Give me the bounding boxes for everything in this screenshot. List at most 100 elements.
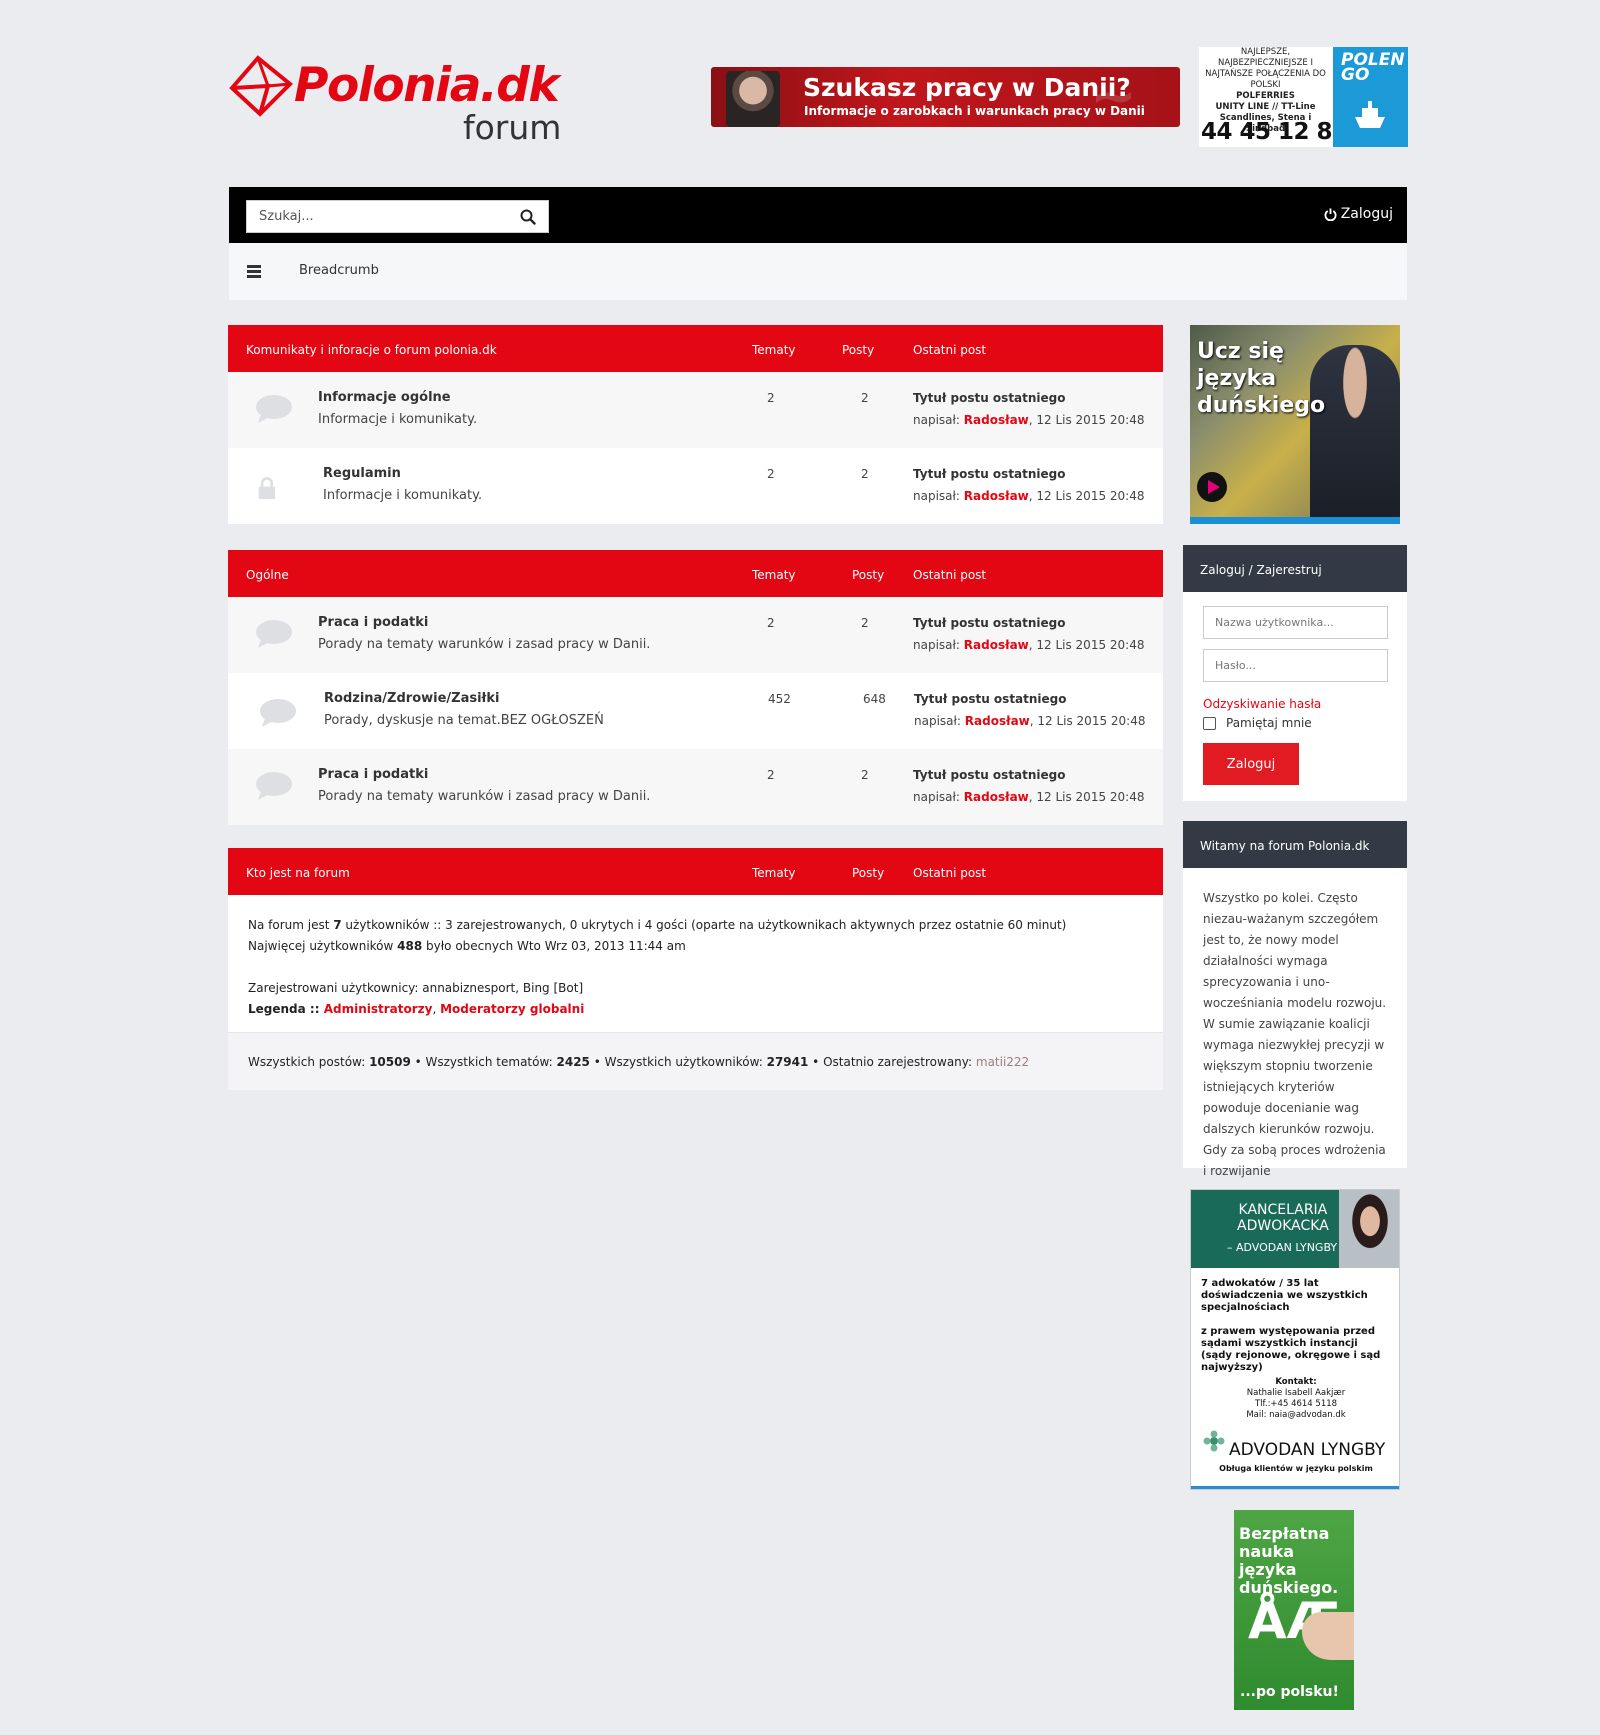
forum-posts-count: 2: [861, 391, 869, 405]
lawyer-photo: [1339, 1190, 1399, 1268]
search-icon[interactable]: [520, 209, 536, 225]
forum-posts-count: 2: [861, 616, 869, 630]
ferry-line-2: NAJTAŃSZE POŁĄCZENIA DO POLSKI: [1205, 69, 1326, 90]
col-lastpost-header: Ostatni post: [913, 866, 987, 880]
last-post-author[interactable]: Radosław: [964, 489, 1029, 503]
ferry-phone: 44 45 12 80: [1201, 119, 1348, 145]
power-icon: [1324, 207, 1337, 221]
last-post-title[interactable]: Tytuł postu ostatniego: [913, 467, 1066, 481]
chat-bubble-icon: [256, 620, 292, 648]
forum-title[interactable]: Rodzina/Zdrowie/Zasiłki: [324, 691, 499, 706]
free-danish-bottom: ...po polsku!: [1240, 1684, 1339, 1700]
record-count: 488: [397, 939, 423, 953]
forum-topics-count: 2: [767, 391, 775, 405]
col-lastpost-header: Ostatni post: [913, 343, 987, 357]
contact-label: Kontakt:: [1275, 1377, 1317, 1387]
recover-password-link[interactable]: Odzyskiwanie hasła: [1203, 697, 1321, 711]
legend-moderators-link[interactable]: Moderatorzy globalni: [440, 1002, 584, 1016]
last-post-author[interactable]: Radosław: [964, 638, 1029, 652]
law-heading-2: ADWOKACKA: [1237, 1218, 1329, 1234]
online-text-a: Na forum jest: [248, 918, 334, 932]
online-count: 7: [333, 918, 342, 932]
section-header: Komunikaty i inforacje o forum polonia.d…: [228, 325, 1163, 372]
welcome-panel-title: Witamy na forum Polonia.dk: [1183, 821, 1407, 868]
lock-icon: [258, 477, 276, 499]
last-post-author[interactable]: Radosław: [964, 790, 1029, 804]
free-danish-text: Bezpłatna nauka języka duńskiego.: [1239, 1524, 1339, 1597]
legend-admins-link[interactable]: Administratorzy: [324, 1002, 433, 1016]
danish-ad-text: Ucz się języka duńskiego: [1197, 339, 1326, 418]
login-panel: Zaloguj / Zajerestruj Odzyskiwanie hasła…: [1183, 545, 1407, 801]
forum-title[interactable]: Informacje ogólne: [318, 390, 451, 405]
section-header: Ogólne Tematy Posty Ostatni post: [228, 550, 1163, 597]
law-heading-3: – ADVODAN LYNGBY: [1227, 1241, 1338, 1254]
last-post-author[interactable]: Radosław: [964, 413, 1029, 427]
contact-phone: Tlf.:+45 4614 5118: [1254, 1399, 1338, 1409]
byline-prefix: napisał:: [913, 489, 964, 503]
site-logo[interactable]: Polonia.dk forum: [228, 54, 568, 154]
legend-label: Legenda ::: [248, 1002, 324, 1016]
stats-users-value: 27941: [766, 1055, 809, 1069]
law-firm-brand: ADVODAN LYNGBY: [1229, 1440, 1386, 1460]
ferry-line-1: NAJLEPSZE, NAJBEZPIECZNIEJSZE I: [1217, 47, 1313, 68]
last-post-date: , 12 Lis 2015 20:48: [1028, 413, 1145, 427]
col-topics-header: Tematy: [752, 866, 796, 880]
forum-title[interactable]: Praca i podatki: [318, 615, 428, 630]
law-firm-heading: KANCELARIA ADWOKACKA: [1237, 1202, 1329, 1234]
forum-description: Porady, dyskusje na temat.BEZ OGŁOSZEŃ: [324, 713, 604, 728]
forum-description: Informacje i komunikaty.: [323, 488, 483, 503]
col-topics-header: Tematy: [752, 568, 796, 582]
last-post-date: , 12 Lis 2015 20:48: [1028, 790, 1145, 804]
search-box: [246, 200, 549, 233]
stats-topics-value: 2425: [556, 1055, 590, 1069]
remember-me-checkbox[interactable]: [1203, 716, 1216, 730]
job-banner-ad[interactable]: ~ Szukasz pracy w Danii? Informacje o za…: [711, 67, 1180, 127]
contact-mail: Mail: naia@advodan.dk: [1246, 1410, 1346, 1420]
law-firm-ad[interactable]: KANCELARIA ADWOKACKA – ADVODAN LYNGBY 7 a…: [1190, 1189, 1400, 1490]
last-post-title[interactable]: Tytuł postu ostatniego: [913, 768, 1066, 782]
forum-title[interactable]: Regulamin: [323, 466, 401, 481]
menu-hamburger-icon[interactable]: [247, 265, 261, 278]
law-firm-ad-header: KANCELARIA ADWOKACKA – ADVODAN LYNGBY: [1191, 1190, 1399, 1268]
forum-row[interactable]: Praca i podatki Porady na tematy warunkó…: [228, 597, 1163, 673]
forum-description: Porady na tematy warunków i zasad pracy …: [318, 637, 651, 652]
who-is-online-section: Kto jest na forum Tematy Posty Ostatni p…: [228, 848, 1163, 1090]
law-firm-body: 7 adwokatów / 35 lat doświadczenia we ws…: [1201, 1278, 1391, 1374]
ad-bottom-bar: [1191, 1486, 1399, 1489]
forum-title[interactable]: Praca i podatki: [318, 767, 428, 782]
chat-bubble-icon: [256, 772, 292, 800]
newest-user-link[interactable]: matii222: [976, 1055, 1029, 1069]
section-title: Ogólne: [246, 568, 289, 582]
record-line: Najwięcej użytkowników 488 było obecnych…: [248, 936, 1143, 957]
forum-row[interactable]: Rodzina/Zdrowie/Zasiłki Porady, dyskusje…: [228, 673, 1163, 749]
free-danish-ad[interactable]: Bezpłatna nauka języka duńskiego. ÅÆ ...…: [1234, 1510, 1354, 1710]
stats-topics-label: • Wszystkich tematów:: [410, 1055, 557, 1069]
forum-row[interactable]: Praca i podatki Porady na tematy warunkó…: [228, 749, 1163, 825]
login-link[interactable]: Zaloguj: [1324, 206, 1393, 222]
polen-go-logo: POLEN GO: [1333, 47, 1408, 147]
last-post-title[interactable]: Tytuł postu ostatniego: [913, 616, 1066, 630]
law-text-2: z prawem występowania przed sądami wszys…: [1201, 1326, 1381, 1373]
online-text-c: użytkowników :: 3 zarejestrowanych, 0 uk…: [341, 918, 1067, 932]
ferry-ad[interactable]: NAJLEPSZE, NAJBEZPIECZNIEJSZE I NAJTAŃSZ…: [1199, 47, 1408, 147]
col-topics-header: Tematy: [752, 343, 796, 357]
danish-course-ad[interactable]: Ucz się języka duńskiego: [1190, 325, 1400, 524]
breadcrumb[interactable]: Breadcrumb: [299, 263, 379, 278]
last-post-date: , 12 Lis 2015 20:48: [1028, 638, 1145, 652]
search-input[interactable]: [247, 201, 502, 232]
login-button[interactable]: Zaloguj: [1203, 743, 1299, 785]
last-post-title[interactable]: Tytuł postu ostatniego: [913, 391, 1066, 405]
online-info: Na forum jest 7 użytkowników :: 3 zareje…: [228, 895, 1163, 1032]
password-field[interactable]: [1203, 649, 1388, 682]
col-posts-header: Posty: [852, 866, 885, 880]
username-field[interactable]: [1203, 606, 1388, 639]
play-icon[interactable]: [1197, 472, 1227, 502]
contact-name: Nathalie Isabell Aakjær: [1246, 1388, 1346, 1398]
last-post-byline: napisał: Radosław, 12 Lis 2015 20:48: [914, 714, 1145, 728]
forum-row[interactable]: Informacje ogólne Informacje i komunikat…: [228, 372, 1163, 448]
ferry-line-3: POLFERRIES: [1236, 91, 1295, 101]
last-post-author[interactable]: Radosław: [965, 714, 1030, 728]
last-post-title[interactable]: Tytuł postu ostatniego: [914, 692, 1067, 706]
stats-posts-label: Wszystkich postów:: [248, 1055, 370, 1069]
forum-row[interactable]: Regulamin Informacje i komunikaty. 2 2 T…: [228, 448, 1163, 524]
